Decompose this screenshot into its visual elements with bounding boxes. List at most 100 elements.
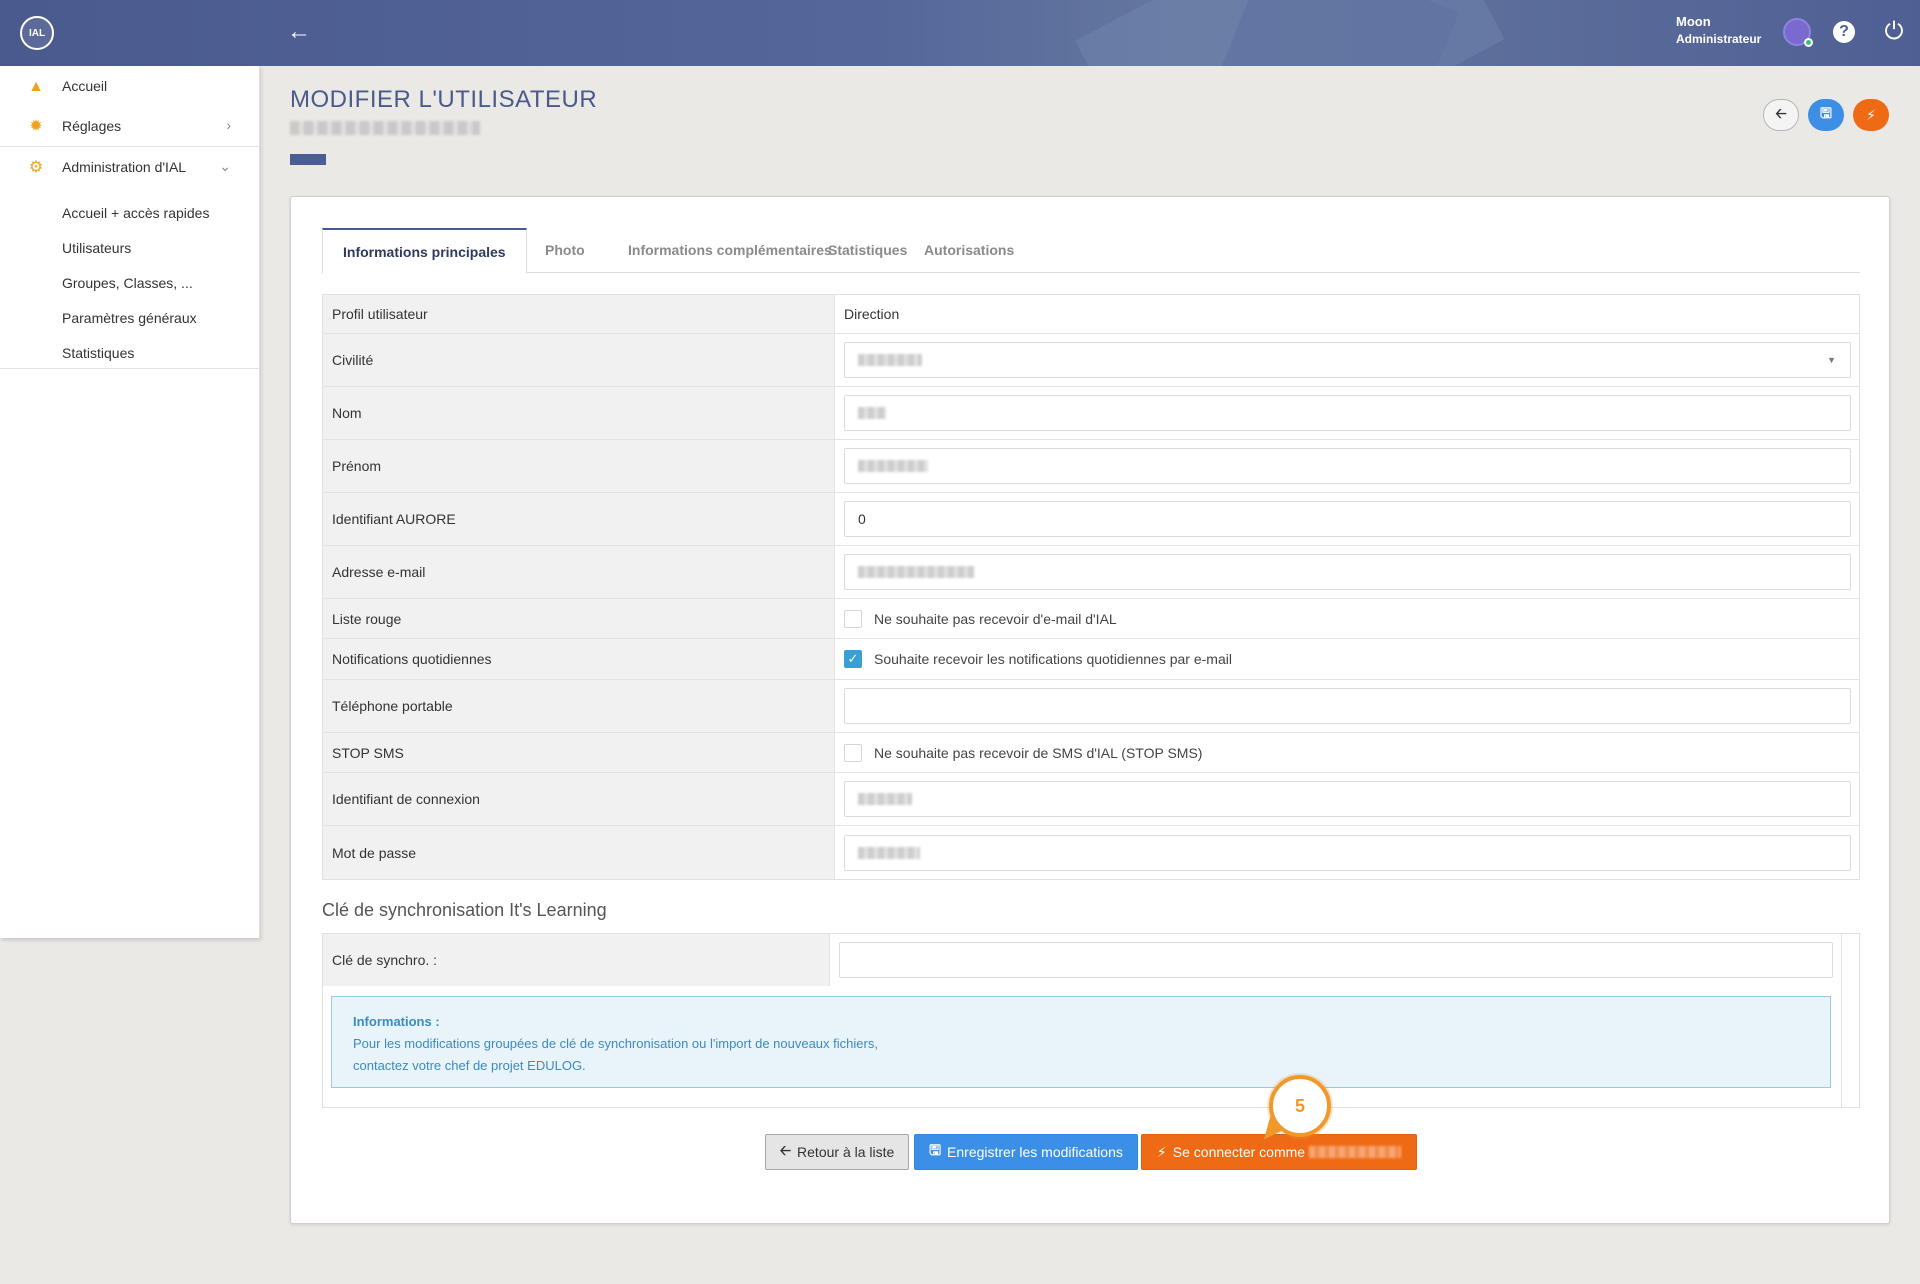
field-cell <box>835 387 1859 439</box>
info-title: Informations : <box>353 1014 440 1029</box>
form-row: Liste rouge Ne souhaite pas recevoir d'e… <box>323 599 1859 639</box>
sidebar: ▲ Accueil ✹ Réglages › ⚙ Administration … <box>0 66 260 938</box>
field-label: Clé de synchro. : <box>323 934 830 986</box>
sync-section-title: Clé de synchronisation It's Learning <box>322 900 607 920</box>
gears-icon: ✹ <box>29 118 43 135</box>
redacted-user-name <box>1309 1146 1402 1158</box>
sync-key-field[interactable] <box>839 942 1833 978</box>
notifications-checkbox[interactable]: ✓ <box>844 650 862 668</box>
field-cell: Ne souhaite pas recevoir d'e-mail d'IAL <box>835 599 1859 638</box>
form-row: Mot de passe <box>323 826 1859 879</box>
email-field[interactable] <box>844 554 1851 590</box>
field-cell <box>835 440 1859 492</box>
chevron-down-icon: ⌄ <box>219 158 231 174</box>
edit-user-panel: Informations principales Photo Informati… <box>290 196 1890 1224</box>
gear-icon: ⚙ <box>28 159 44 176</box>
header-back-button[interactable]: 🡠 <box>1763 99 1799 131</box>
field-label: Adresse e-mail <box>323 546 835 598</box>
sidebar-item-administration[interactable]: ⚙ Administration d'IAL ⌄ <box>0 146 259 186</box>
arrow-left-icon[interactable]: ← <box>285 18 313 46</box>
field-cell: ✓ Souhaite recevoir les notifications qu… <box>835 639 1859 679</box>
sidebar-subitem-parametres[interactable]: Paramètres généraux <box>0 301 259 336</box>
tab-autorisations[interactable]: Autorisations <box>924 228 1014 273</box>
civilite-select[interactable]: ▼ <box>844 342 1851 378</box>
field-cell: ▼ <box>835 334 1859 386</box>
form-row: Identifiant de connexion <box>323 773 1859 826</box>
button-label: Retour à la liste <box>797 1144 895 1160</box>
checkbox-label: Souhaite recevoir les notifications quot… <box>874 651 1232 667</box>
redacted-value <box>858 407 886 419</box>
power-icon[interactable]: ⏻ <box>1881 19 1907 45</box>
user-name: Moon <box>1676 14 1711 29</box>
sidebar-subitem-utilisateurs[interactable]: Utilisateurs <box>0 231 259 266</box>
mobile-phone-field[interactable] <box>844 688 1851 724</box>
form-row: Profil utilisateur Direction <box>323 295 1859 334</box>
prenom-field[interactable] <box>844 448 1851 484</box>
caret-down-icon: ▼ <box>1827 355 1836 365</box>
field-label: STOP SMS <box>323 733 835 772</box>
sidebar-subitem-accueil-acces[interactable]: Accueil + accès rapides <box>0 196 259 231</box>
button-label: Se connecter comme <box>1172 1144 1306 1160</box>
tab-photo[interactable]: Photo <box>545 228 585 273</box>
field-label: Téléphone portable <box>323 680 835 732</box>
aurore-id-value: 0 <box>858 511 866 527</box>
sidebar-item-reglages[interactable]: ✹ Réglages › <box>0 106 259 146</box>
user-form: Profil utilisateur Direction Civilité ▼ … <box>322 294 1860 880</box>
help-icon[interactable]: ? <box>1833 21 1855 43</box>
form-row: Téléphone portable <box>323 680 1859 733</box>
redacted-value <box>858 793 912 805</box>
header-save-button[interactable]: 🖫 <box>1808 99 1844 131</box>
sidebar-item-accueil[interactable]: ▲ Accueil <box>0 66 259 106</box>
bolt-icon: ⚡ <box>1866 106 1876 123</box>
ial-logo[interactable]: IAL <box>20 16 54 50</box>
form-row: Prénom <box>323 440 1859 493</box>
field-cell <box>835 546 1859 598</box>
bolt-icon: ⚡ <box>1156 1143 1167 1160</box>
sidebar-subitem-statistiques[interactable]: Statistiques <box>0 336 259 371</box>
aurore-id-field[interactable]: 0 <box>844 501 1851 537</box>
profil-value: Direction <box>844 306 900 322</box>
scrollbar[interactable] <box>1841 934 1859 1107</box>
sidebar-submenu: Accueil + accès rapides Utilisateurs Gro… <box>0 186 259 375</box>
user-info[interactable]: Moon Administrateur <box>1676 14 1761 46</box>
header-login-as-button[interactable]: ⚡ <box>1853 99 1889 131</box>
form-row: STOP SMS Ne souhaite pas recevoir de SMS… <box>323 733 1859 773</box>
arrow-left-icon: 🡠 <box>779 1142 792 1158</box>
form-row: Nom <box>323 387 1859 440</box>
tab-informations-complementaires[interactable]: Informations complémentaires <box>628 228 832 273</box>
form-row: Notifications quotidiennes ✓ Souhaite re… <box>323 639 1859 680</box>
info-alert: Informations : Pour les modifications gr… <box>331 996 1831 1088</box>
login-id-field[interactable] <box>844 781 1851 817</box>
field-label: Prénom <box>323 440 835 492</box>
arrow-left-icon: 🡠 <box>1775 105 1787 121</box>
step-callout: 5 <box>1269 1075 1331 1137</box>
nom-field[interactable] <box>844 395 1851 431</box>
avatar[interactable] <box>1783 18 1813 47</box>
home-icon: ▲ <box>28 78 44 95</box>
form-row: Civilité ▼ <box>323 334 1859 387</box>
save-changes-button[interactable]: 🖫 Enregistrer les modifications <box>914 1134 1138 1170</box>
field-cell: 0 <box>835 493 1859 545</box>
field-cell: Ne souhaite pas recevoir de SMS d'IAL (S… <box>835 733 1859 772</box>
redacted-value <box>858 354 922 366</box>
sidebar-item-label: Accueil <box>62 78 108 94</box>
password-field[interactable] <box>844 834 1851 871</box>
field-label: Mot de passe <box>323 826 835 879</box>
liste-rouge-checkbox[interactable] <box>844 609 862 628</box>
field-label: Nom <box>323 387 835 439</box>
online-status-dot <box>1804 38 1813 47</box>
field-label: Liste rouge <box>323 599 835 638</box>
field-label: Identifiant de connexion <box>323 773 835 825</box>
back-to-list-button[interactable]: 🡠 Retour à la liste <box>765 1134 909 1170</box>
sidebar-subitem-groupes[interactable]: Groupes, Classes, ... <box>0 266 259 301</box>
tab-statistiques[interactable]: Statistiques <box>828 228 907 273</box>
stop-sms-checkbox[interactable] <box>844 743 862 762</box>
form-row: Identifiant AURORE 0 <box>323 493 1859 546</box>
button-label: Enregistrer les modifications <box>947 1144 1123 1160</box>
login-as-button[interactable]: ⚡ Se connecter comme <box>1141 1134 1417 1170</box>
top-bar: IAL ← Moon Administrateur ? ⏻ <box>0 0 1920 66</box>
redacted-user-name <box>290 121 480 135</box>
profile-badge <box>290 154 326 165</box>
tab-informations-principales[interactable]: Informations principales <box>322 228 527 274</box>
floppy-disk-icon: 🖫 <box>1820 105 1832 121</box>
